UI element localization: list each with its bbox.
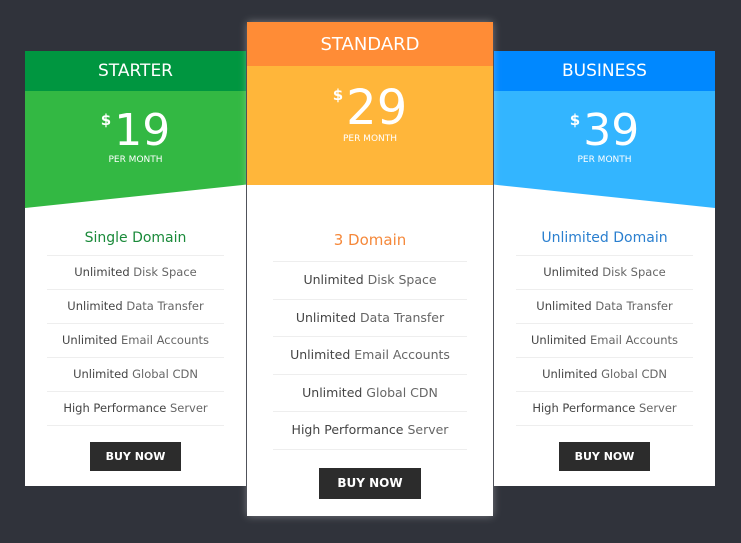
price-period: PER MONTH (108, 155, 163, 165)
price-period: PER MONTH (577, 155, 632, 165)
price-block: $29 PER MONTH (247, 66, 493, 185)
plan-name: STANDARD (247, 22, 493, 66)
feature-item: Unlimited Data Transfer (47, 290, 224, 324)
price: 19 (114, 105, 171, 156)
price-period: PER MONTH (342, 134, 398, 144)
feature-item: Unlimited Disk Space (273, 262, 467, 300)
buy-now-button[interactable]: BUY NOW (319, 467, 421, 499)
pricing-card-starter: STARTER $19 PER MONTH Single Domain Unli… (25, 51, 246, 486)
feature-item: High Performance Server (273, 412, 467, 450)
feature-item: Unlimited Email Accounts (273, 337, 467, 375)
currency: $ (100, 111, 112, 129)
domain-label: Unlimited Domain (541, 230, 668, 246)
buy-now-button[interactable]: BUY NOW (89, 442, 182, 471)
feature-item: Unlimited Data Transfer (516, 290, 693, 324)
feature-item: Unlimited Data Transfer (273, 300, 467, 337)
plan-name: STARTER (25, 51, 246, 91)
feature-item: Unlimited Global CDN (516, 358, 693, 392)
feature-list: Unlimited Disk Space Unlimited Data Trans… (273, 261, 467, 450)
pricing-card-standard: STANDARD $29 PER MONTH 3 Domain Unlimite… (247, 22, 493, 516)
feature-list: Unlimited Disk Space Unlimited Data Trans… (47, 255, 224, 426)
feature-item: Unlimited Email Accounts (47, 324, 224, 358)
price-block: $19 PER MONTH (25, 91, 246, 208)
plan-name: BUSINESS (494, 51, 715, 91)
buy-now-button[interactable]: BUY NOW (558, 442, 651, 471)
pricing-card-business: BUSINESS $39 PER MONTH Unlimited Domain … (494, 51, 715, 486)
feature-item: High Performance Server (47, 392, 224, 426)
currency: $ (569, 111, 581, 129)
feature-list: Unlimited Disk Space Unlimited Data Trans… (516, 255, 693, 426)
price-block: $39 PER MONTH (494, 91, 715, 208)
feature-item: Unlimited Email Accounts (516, 324, 693, 358)
domain-label: Single Domain (84, 230, 187, 246)
currency: $ (332, 86, 344, 104)
feature-item: Unlimited Global CDN (47, 358, 224, 392)
feature-item: Unlimited Disk Space (516, 256, 693, 290)
price: 29 (346, 80, 408, 136)
feature-item: Unlimited Global CDN (273, 375, 467, 412)
price: 39 (583, 105, 640, 156)
feature-item: Unlimited Disk Space (47, 256, 224, 290)
feature-item: High Performance Server (516, 392, 693, 426)
domain-label: 3 Domain (333, 231, 407, 249)
